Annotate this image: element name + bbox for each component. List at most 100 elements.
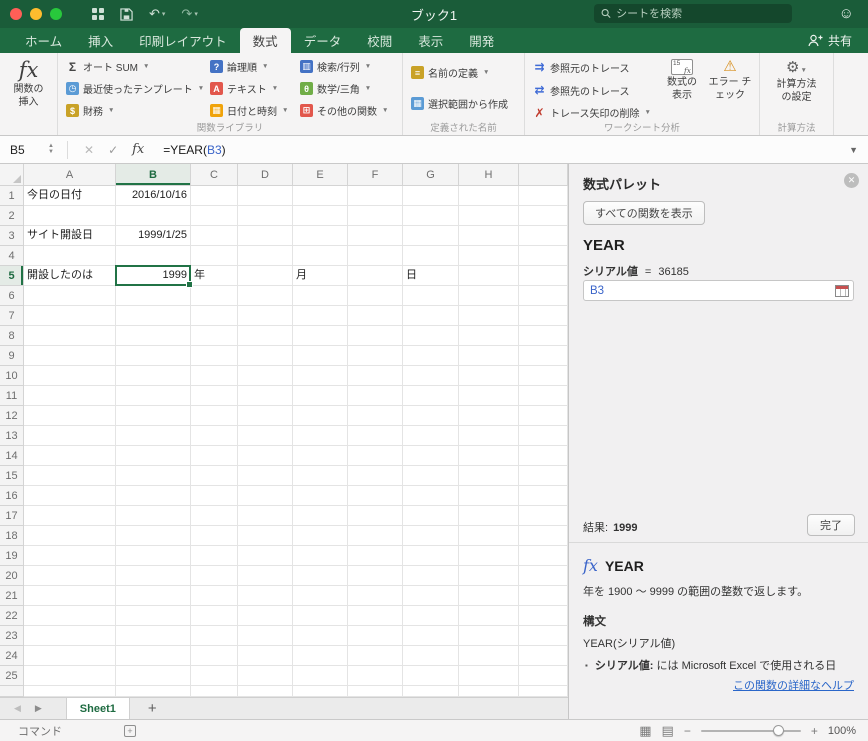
cell-F4[interactable] <box>348 246 403 266</box>
cell-C16[interactable] <box>191 486 238 506</box>
cell-B3[interactable]: 1999/1/25 <box>116 226 191 246</box>
cell-F17[interactable] <box>348 506 403 526</box>
row-header-3[interactable]: 3 <box>0 226 24 246</box>
text-button[interactable]: A テキスト ▼ <box>208 79 294 98</box>
cell-H25[interactable] <box>459 666 519 686</box>
show-formulas-button[interactable]: 15 fx 数式の表示 <box>665 56 699 122</box>
cell-D14[interactable] <box>238 446 293 466</box>
cell-F23[interactable] <box>348 626 403 646</box>
cell-D8[interactable] <box>238 326 293 346</box>
cell-G21[interactable] <box>403 586 459 606</box>
cell-B7[interactable] <box>116 306 191 326</box>
status-selection-icon[interactable] <box>124 724 136 737</box>
cell-E17[interactable] <box>293 506 348 526</box>
formula-input[interactable]: =YEAR(B3) <box>163 143 225 157</box>
cell-G5[interactable]: 日 <box>403 266 459 286</box>
cell-A25[interactable] <box>24 666 116 686</box>
cell-D10[interactable] <box>238 366 293 386</box>
cell-E11[interactable] <box>293 386 348 406</box>
cell-F8[interactable] <box>348 326 403 346</box>
cell-H5[interactable] <box>459 266 519 286</box>
cell-H1[interactable] <box>459 186 519 206</box>
column-header-G[interactable]: G <box>403 164 459 186</box>
zoom-slider-knob[interactable] <box>772 724 784 736</box>
name-box-stepper[interactable]: ▲ ▼ <box>44 143 58 155</box>
cell-B2[interactable] <box>116 206 191 226</box>
column-header-D[interactable]: D <box>238 164 293 186</box>
row-header-18[interactable]: 18 <box>0 526 24 546</box>
ribbon-tab-校閲[interactable]: 校閲 <box>354 28 405 53</box>
cell-E26[interactable] <box>293 686 348 697</box>
cell-C25[interactable] <box>191 666 238 686</box>
cell-E2[interactable] <box>293 206 348 226</box>
column-header-A[interactable]: A <box>24 164 116 186</box>
cell-H21[interactable] <box>459 586 519 606</box>
row-header-24[interactable]: 24 <box>0 646 24 666</box>
cell-A4[interactable] <box>24 246 116 266</box>
cell-H20[interactable] <box>459 566 519 586</box>
cell-B22[interactable] <box>116 606 191 626</box>
next-sheet-icon[interactable]: ▶ <box>35 703 42 714</box>
cell-A2[interactable] <box>24 206 116 226</box>
cell-G10[interactable] <box>403 366 459 386</box>
cell-F14[interactable] <box>348 446 403 466</box>
row-header-25[interactable]: 25 <box>0 666 24 686</box>
cell-H10[interactable] <box>459 366 519 386</box>
cell-A10[interactable] <box>24 366 116 386</box>
cell-F20[interactable] <box>348 566 403 586</box>
argument-input-field[interactable]: B3 <box>583 280 854 301</box>
cell-D6[interactable] <box>238 286 293 306</box>
cell-A14[interactable] <box>24 446 116 466</box>
cell-B5[interactable]: 1999 <box>116 266 191 286</box>
cell-D19[interactable] <box>238 546 293 566</box>
cell-G2[interactable] <box>403 206 459 226</box>
cell-E3[interactable] <box>293 226 348 246</box>
cell-G22[interactable] <box>403 606 459 626</box>
normal-view-icon[interactable]: ▦ <box>639 724 651 737</box>
cell-G18[interactable] <box>403 526 459 546</box>
cell-E7[interactable] <box>293 306 348 326</box>
cell-H14[interactable] <box>459 446 519 466</box>
cell-C8[interactable] <box>191 326 238 346</box>
add-sheet-button[interactable]: + <box>148 700 157 717</box>
cell-B20[interactable] <box>116 566 191 586</box>
ribbon-tab-ホーム[interactable]: ホーム <box>12 28 75 53</box>
cell-F5[interactable] <box>348 266 403 286</box>
cell-H23[interactable] <box>459 626 519 646</box>
select-all-corner[interactable] <box>0 164 24 186</box>
cell-A26[interactable] <box>24 686 116 697</box>
cell-G8[interactable] <box>403 326 459 346</box>
cell-D13[interactable] <box>238 426 293 446</box>
cell-B25[interactable] <box>116 666 191 686</box>
cell-H4[interactable] <box>459 246 519 266</box>
cell-D23[interactable] <box>238 626 293 646</box>
cancel-icon[interactable]: ✕ <box>84 143 94 157</box>
cell-B17[interactable] <box>116 506 191 526</box>
cell-G24[interactable] <box>403 646 459 666</box>
cell-H8[interactable] <box>459 326 519 346</box>
cell-E9[interactable] <box>293 346 348 366</box>
cell-C9[interactable] <box>191 346 238 366</box>
cell-A11[interactable] <box>24 386 116 406</box>
cell-E24[interactable] <box>293 646 348 666</box>
row-header-20[interactable]: 20 <box>0 566 24 586</box>
define-name-button[interactable]: ≡ 名前の定義 ▼ <box>409 63 518 82</box>
cell-B19[interactable] <box>116 546 191 566</box>
insert-function-button[interactable]: fx 関数の挿入 <box>0 53 58 135</box>
cell-D21[interactable] <box>238 586 293 606</box>
row-header-16[interactable]: 16 <box>0 486 24 506</box>
row-header-23[interactable]: 23 <box>0 626 24 646</box>
ribbon-tab-開発[interactable]: 開発 <box>456 28 507 53</box>
cell-E8[interactable] <box>293 326 348 346</box>
cell-A18[interactable] <box>24 526 116 546</box>
cell-C2[interactable] <box>191 206 238 226</box>
cell-H12[interactable] <box>459 406 519 426</box>
cell-D3[interactable] <box>238 226 293 246</box>
ribbon-tab-挿入[interactable]: 挿入 <box>75 28 126 53</box>
cell-D16[interactable] <box>238 486 293 506</box>
row-header-15[interactable]: 15 <box>0 466 24 486</box>
close-pane-icon[interactable]: ✕ <box>844 173 859 188</box>
cell-C23[interactable] <box>191 626 238 646</box>
cell-A23[interactable] <box>24 626 116 646</box>
cell-B8[interactable] <box>116 326 191 346</box>
